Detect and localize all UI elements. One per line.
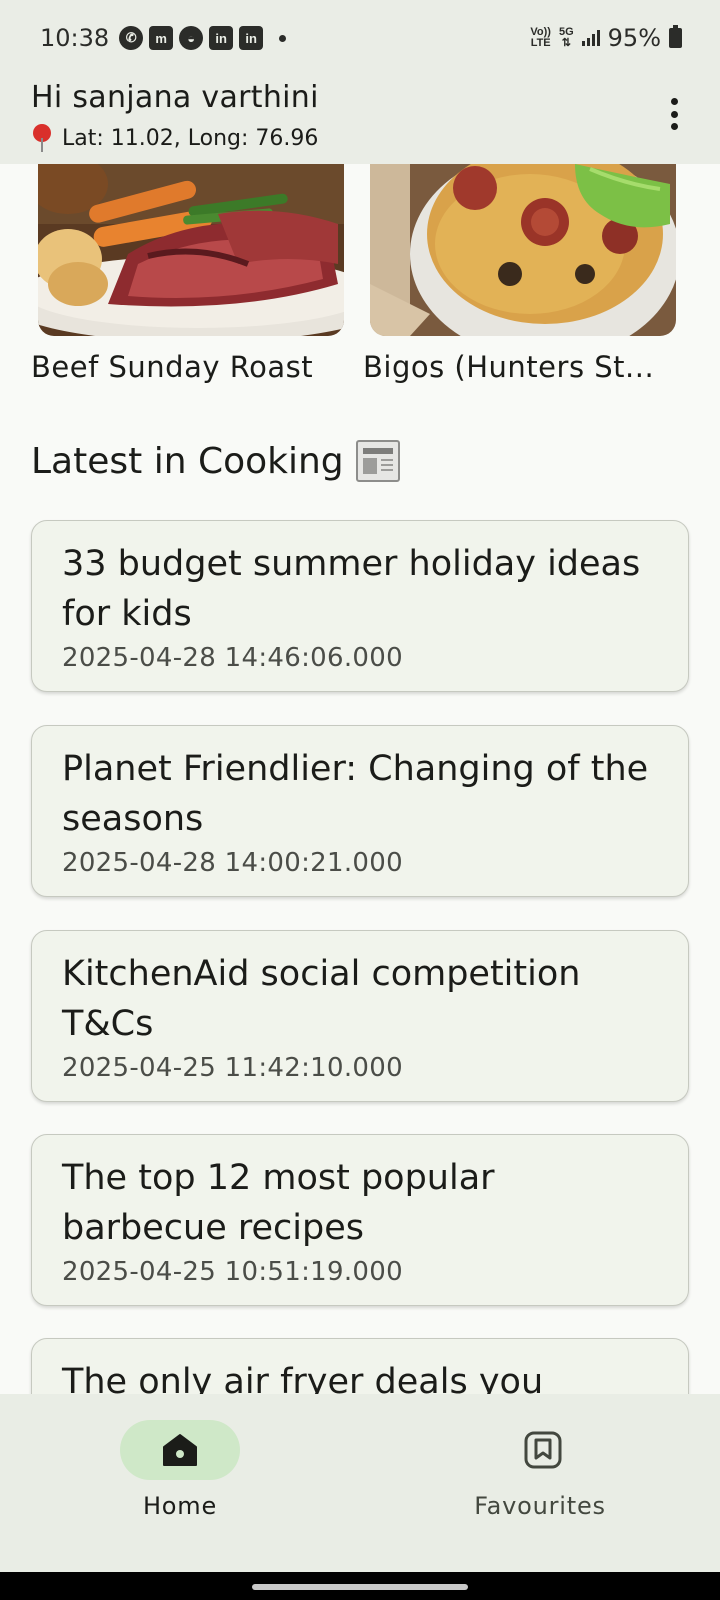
swiggy-icon: ◒ xyxy=(179,26,204,50)
article-card[interactable]: The top 12 most popular barbecue recipes… xyxy=(31,1134,689,1306)
linkedin-icon: in xyxy=(209,26,234,50)
bottom-navigation: Home Favourites xyxy=(0,1394,720,1572)
location-text: Lat: 11.02, Long: 76.96 xyxy=(62,125,319,151)
article-date: 2025-04-28 14:00:21.000 xyxy=(62,848,403,878)
more-notifications-dot-icon xyxy=(279,34,287,42)
data-arrows: ⇅ xyxy=(561,37,571,49)
home-icon xyxy=(163,1434,197,1466)
status-time: 10:38 xyxy=(40,24,110,52)
article-date: 2025-04-28 14:46:06.000 xyxy=(62,643,403,673)
more-options-button[interactable] xyxy=(662,94,686,134)
section-title: Latest in Cooking xyxy=(31,440,400,482)
bookmark-icon xyxy=(524,1431,562,1469)
nav-item-home[interactable]: Home xyxy=(0,1394,360,1572)
article-title: 33 budget summer holiday ideas for kids xyxy=(62,544,641,634)
whatsapp-icon: ✆ xyxy=(119,26,144,50)
5g-icon: 5G ⇅ xyxy=(559,27,574,49)
section-title-text: Latest in Cooking xyxy=(31,440,344,482)
app-header: Hi sanjana varthini Lat: 11.02, Long: 76… xyxy=(0,76,720,164)
battery-icon xyxy=(669,25,682,48)
gesture-bar xyxy=(0,1572,720,1600)
pin-icon xyxy=(32,124,52,152)
nav-label-home: Home xyxy=(142,1492,218,1520)
article-title: The top 12 most popular barbecue recipes xyxy=(62,1158,495,1248)
article-date: 2025-04-25 10:51:19.000 xyxy=(62,1257,403,1287)
recipe-image-bigos xyxy=(370,164,676,336)
nav-item-favourites[interactable]: Favourites xyxy=(360,1394,720,1572)
notification-icons: ✆ m ◒ in in xyxy=(119,26,287,50)
battery-text: 95% xyxy=(607,24,661,52)
recipe-name: Beef Sunday Roast xyxy=(31,350,314,384)
article-card[interactable]: KitchenAid social competition T&Cs 2025-… xyxy=(31,930,689,1102)
article-date: 2025-04-25 11:42:10.000 xyxy=(62,1053,403,1083)
volte-bottom: LTE xyxy=(530,37,551,49)
newspaper-icon xyxy=(355,440,400,482)
linkedin-icon: in xyxy=(239,26,264,50)
gesture-handle[interactable] xyxy=(252,1584,468,1590)
nav-label-favourites: Favourites xyxy=(474,1492,606,1520)
recipe-card[interactable]: Bigos (Hunters St... xyxy=(363,164,676,384)
article-card[interactable]: Planet Friendlier: Changing of the seaso… xyxy=(31,725,689,897)
location: Lat: 11.02, Long: 76.96 xyxy=(32,124,318,152)
signal-icon xyxy=(581,30,600,46)
recipe-card[interactable]: Beef Sunday Roast xyxy=(31,164,344,384)
article-title: KitchenAid social competition T&Cs xyxy=(62,954,581,1044)
status-right: Vo)) LTE 5G ⇅ 95% xyxy=(530,24,682,52)
greeting: Hi sanjana varthini xyxy=(31,80,319,115)
status-bar: 10:38 ✆ m ◒ in in Vo)) LTE 5G ⇅ 95% xyxy=(0,0,720,76)
myntra-icon: m xyxy=(149,26,174,50)
article-card[interactable]: 33 budget summer holiday ideas for kids … xyxy=(31,520,689,692)
article-title: Planet Friendlier: Changing of the seaso… xyxy=(62,749,649,839)
volte-icon: Vo)) LTE xyxy=(530,27,551,49)
recipe-name: Bigos (Hunters St... xyxy=(363,350,655,384)
recipe-image-roast xyxy=(38,164,344,336)
